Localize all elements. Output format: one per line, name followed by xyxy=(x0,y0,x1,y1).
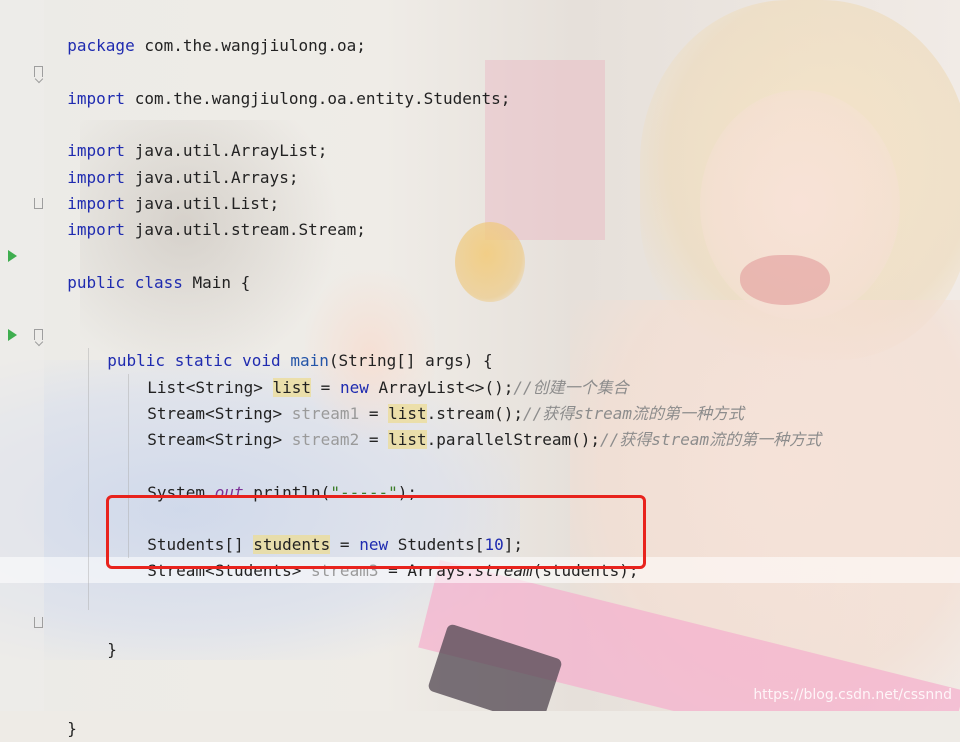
indent-guide xyxy=(88,348,89,610)
closing-brace: } xyxy=(67,719,77,738)
code-line-stream1[interactable]: Stream<String> stream1 = list.stream();/… xyxy=(128,375,744,423)
type: Stream<String> xyxy=(147,430,292,449)
watermark: https://blog.csdn.net/cssnnd xyxy=(753,687,952,703)
import-path: com.the.wangjiulong.oa.entity.Students; xyxy=(125,89,511,108)
run-main-icon[interactable] xyxy=(8,329,17,341)
keyword: import xyxy=(67,220,126,239)
import-path: java.util.stream.Stream; xyxy=(125,220,366,239)
code-line-import[interactable]: import java.util.ArrayList; xyxy=(48,112,327,160)
fold-end-icon[interactable] xyxy=(34,617,43,628)
code-line-import[interactable]: import java.util.List; xyxy=(48,165,279,213)
code-line-import[interactable]: import java.util.stream.Stream; xyxy=(48,191,366,239)
operator: = xyxy=(359,430,389,449)
variable-stream2: stream2 xyxy=(291,430,360,449)
code-line-main-declaration[interactable]: public static void main(String[] args) { xyxy=(88,322,492,370)
code-line-package[interactable]: package com.the.wangjiulong.oa; xyxy=(48,7,366,55)
code-line-println[interactable]: System.out.println("-----"); xyxy=(128,454,417,502)
fold-end-icon[interactable] xyxy=(34,198,43,209)
code-line-stream2[interactable]: Stream<String> stream2 = list.parallelSt… xyxy=(128,401,821,449)
code-line-class-declaration[interactable]: public class Main { xyxy=(48,244,250,292)
package-name: com.the.wangjiulong.oa; xyxy=(134,36,366,55)
fold-icon[interactable] xyxy=(34,329,43,340)
run-class-icon[interactable] xyxy=(8,250,17,262)
code-line-close-method[interactable]: } xyxy=(88,611,117,659)
keyword: package xyxy=(67,36,135,55)
highlight-box xyxy=(106,495,646,569)
code-line-close-class[interactable]: } xyxy=(48,690,77,738)
code-line-import[interactable]: import com.the.wangjiulong.oa.entity.Stu… xyxy=(48,60,510,108)
class-name: Main { xyxy=(182,273,251,292)
code-line-list[interactable]: List<String> list = new ArrayList<>();//… xyxy=(128,349,629,397)
expression: .parallelStream(); xyxy=(426,430,601,449)
editor-gutter xyxy=(0,0,44,711)
fold-icon[interactable] xyxy=(34,66,43,77)
closing-brace: } xyxy=(107,640,117,659)
comment: //获得stream流的第一种方式 xyxy=(600,430,822,449)
variable-ref: list xyxy=(388,430,427,449)
keyword: import xyxy=(67,89,126,108)
keyword: public xyxy=(67,273,126,292)
keyword: class xyxy=(134,273,183,292)
code-line-import[interactable]: import java.util.Arrays; xyxy=(48,139,298,187)
